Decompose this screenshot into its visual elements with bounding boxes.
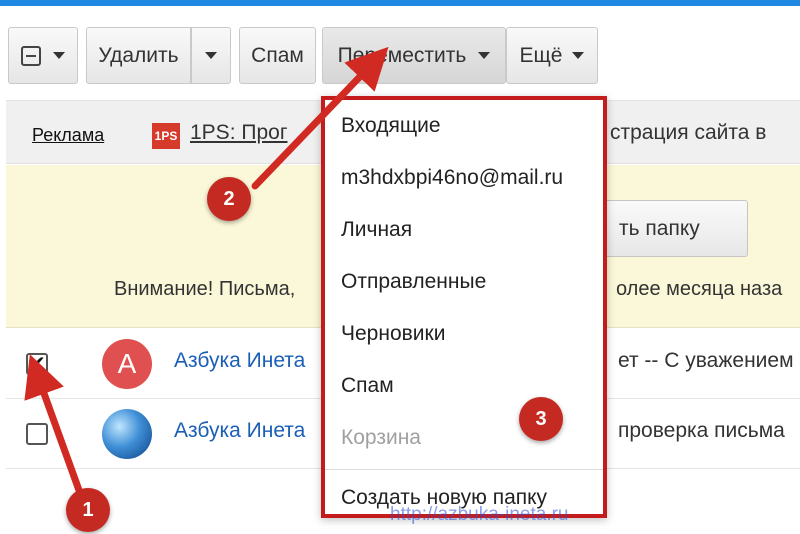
message-checkbox[interactable] <box>26 423 48 445</box>
notice-text-right: олее месяца наза <box>616 278 783 300</box>
ad-label-link[interactable]: Реклама <box>32 125 104 146</box>
step-badge-3-label: 3 <box>535 407 547 430</box>
avatar: А <box>102 339 152 389</box>
more-button-label: Ещё <box>519 43 563 67</box>
menu-item-account-folder[interactable]: m3hdxbpi46no@mail.ru <box>341 166 563 190</box>
message-checkbox[interactable] <box>26 351 48 375</box>
ad-text-link[interactable]: 1PS: Прог <box>190 121 287 145</box>
move-button[interactable]: Переместить <box>322 27 506 84</box>
globe-icon <box>102 409 152 459</box>
chevron-down-icon <box>53 52 65 59</box>
move-folder-menu: Входящие m3hdxbpi46no@mail.ru Личная Отп… <box>321 96 607 518</box>
menu-item-drafts[interactable]: Черновики <box>341 322 445 346</box>
folder-button[interactable]: ть папку <box>600 200 748 257</box>
step-badge-1: 1 <box>66 488 110 532</box>
spam-button-label: Спам <box>251 43 304 67</box>
delete-button-label: Удалить <box>98 43 179 67</box>
notice-text: Внимание! Письма, <box>114 278 296 300</box>
step-badge-2-label: 2 <box>223 187 235 210</box>
menu-divider <box>325 469 603 470</box>
step-badge-2: 2 <box>207 177 251 221</box>
more-button[interactable]: Ещё <box>506 27 598 84</box>
folder-button-label: ть папку <box>619 216 700 240</box>
chevron-down-icon <box>205 52 217 59</box>
avatar-letter: А <box>117 348 137 379</box>
menu-item-personal[interactable]: Личная <box>341 218 412 242</box>
menu-item-inbox[interactable]: Входящие <box>341 114 441 138</box>
menu-item-spam[interactable]: Спам <box>341 374 394 398</box>
menu-item-trash: Корзина <box>341 426 421 449</box>
step-badge-3: 3 <box>519 397 563 441</box>
menu-item-sent[interactable]: Отправленные <box>341 270 486 294</box>
step-badge-1-label: 1 <box>82 498 94 521</box>
spam-button[interactable]: Спам <box>239 27 316 84</box>
watermark-text: http://azbuka-ineta.ru <box>390 504 569 525</box>
chevron-down-icon <box>478 52 491 59</box>
message-sender[interactable]: Азбука Инета <box>174 349 305 373</box>
select-all-dropdown-button[interactable] <box>8 27 78 84</box>
delete-options-button[interactable] <box>191 27 231 84</box>
delete-button[interactable]: Удалить <box>86 27 191 84</box>
message-subject[interactable]: проверка письма <box>618 419 785 443</box>
top-accent-strip <box>0 0 800 6</box>
ad-logo-icon: 1PS <box>152 123 180 149</box>
message-sender[interactable]: Азбука Инета <box>174 419 305 443</box>
message-subject[interactable]: ет -- С уважением <box>618 349 794 373</box>
ad-text-right[interactable]: страция сайта в <box>610 121 766 145</box>
move-button-label: Переместить <box>337 43 467 67</box>
select-checkbox-icon <box>21 45 41 66</box>
chevron-down-icon <box>572 52 585 59</box>
